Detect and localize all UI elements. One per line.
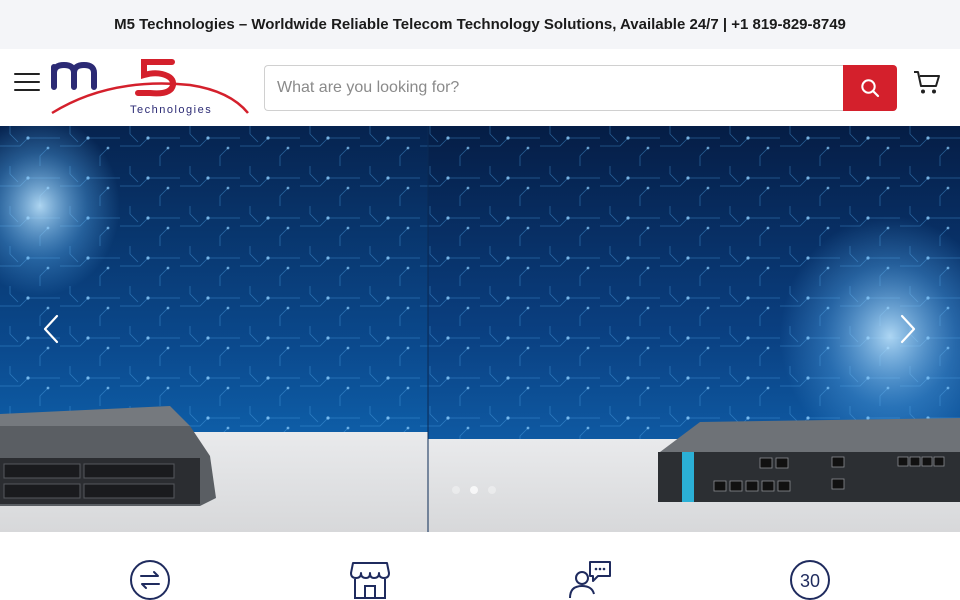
search-icon xyxy=(861,79,880,98)
cart-icon[interactable] xyxy=(912,67,942,97)
hero-carousel xyxy=(0,126,960,532)
search-button[interactable] xyxy=(843,65,897,111)
logo-subtext: Technologies xyxy=(130,104,212,116)
search-input[interactable] xyxy=(264,65,843,111)
site-header: Technologies xyxy=(0,49,960,126)
carousel-dot[interactable] xyxy=(488,486,496,494)
carousel-dot-active[interactable] xyxy=(470,486,478,494)
announcement-text: M5 Technologies – Worldwide Reliable Tel… xyxy=(114,16,846,33)
hero-slide-image xyxy=(0,126,960,532)
thirty-days-label: 30 xyxy=(800,571,820,591)
storefront-icon xyxy=(350,562,390,599)
chevron-right-icon[interactable] xyxy=(893,314,923,344)
announcement-bar: M5 Technologies – Worldwide Reliable Tel… xyxy=(0,0,960,49)
feature-strip: 30 xyxy=(0,532,960,600)
exchange-arrows-icon xyxy=(130,560,170,600)
support-chat-icon xyxy=(569,561,611,599)
hamburger-icon[interactable] xyxy=(14,73,40,91)
site-logo[interactable]: Technologies xyxy=(50,55,250,121)
carousel-dots xyxy=(452,486,496,494)
search-form xyxy=(264,65,897,111)
chevron-left-icon[interactable] xyxy=(36,314,66,344)
carousel-dot[interactable] xyxy=(452,486,460,494)
thirty-days-icon: 30 xyxy=(790,560,830,600)
